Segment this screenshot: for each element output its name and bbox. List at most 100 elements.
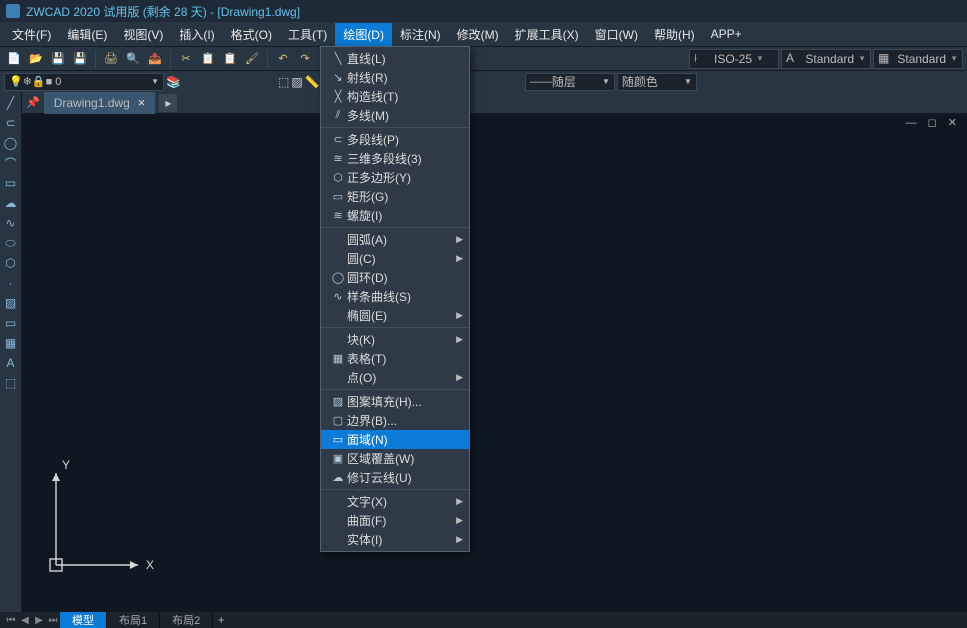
menu-file[interactable]: 文件(F) bbox=[4, 23, 59, 46]
new-icon[interactable]: 📄 bbox=[4, 49, 24, 69]
menu-modify[interactable]: 修改(M) bbox=[449, 23, 507, 46]
menu-item-曲面f[interactable]: 曲面(F)▶ bbox=[321, 511, 469, 530]
menu-tools[interactable]: 工具(T) bbox=[280, 23, 335, 46]
doc-tab[interactable]: Drawing1.dwg × bbox=[44, 92, 156, 114]
canvas-panel: 📌 Drawing1.dwg × ▸ — ◻ ✕ X Y bbox=[22, 92, 967, 612]
menu-item-label: 三维多段线(3) bbox=[347, 150, 461, 167]
menu-item-图案填充h[interactable]: ▨图案填充(H)... bbox=[321, 392, 469, 411]
menu-item-表格t[interactable]: ▦表格(T) bbox=[321, 349, 469, 368]
circle-tool-icon[interactable]: ◯ bbox=[2, 134, 20, 152]
menu-item-区域覆盖w[interactable]: ▣区域覆盖(W) bbox=[321, 449, 469, 468]
menu-item-圆c[interactable]: 圆(C)▶ bbox=[321, 249, 469, 268]
menu-item-正多边形y[interactable]: ⬡正多边形(Y) bbox=[321, 168, 469, 187]
tab-prev-icon[interactable]: ◀ bbox=[18, 615, 32, 626]
close-icon[interactable]: × bbox=[138, 95, 146, 110]
layer-dropdown[interactable]: 💡❄🔒■ 0 ▼ bbox=[4, 73, 164, 91]
line-tool-icon[interactable]: ╱ bbox=[2, 94, 20, 112]
menu-item-矩形g[interactable]: ▭矩形(G) bbox=[321, 187, 469, 206]
menu-view[interactable]: 视图(V) bbox=[115, 23, 171, 46]
menu-item-文字x[interactable]: 文字(X)▶ bbox=[321, 492, 469, 511]
tab-last-icon[interactable]: ⏭ bbox=[46, 615, 60, 626]
block-icon[interactable]: ⬚ bbox=[278, 75, 289, 89]
title-bar: ZWCAD 2020 试用版 (剩余 28 天) - [Drawing1.dwg… bbox=[0, 0, 967, 22]
separator bbox=[170, 50, 171, 68]
measure-icon[interactable]: 📏 bbox=[305, 75, 320, 89]
preview-icon[interactable]: 🔍 bbox=[123, 49, 143, 69]
menu-insert[interactable]: 插入(I) bbox=[171, 23, 222, 46]
menu-draw[interactable]: 绘图(D) bbox=[335, 23, 392, 46]
menu-dimension[interactable]: 标注(N) bbox=[392, 23, 449, 46]
menu-item-三维多段线3[interactable]: ≊三维多段线(3) bbox=[321, 149, 469, 168]
drawing-canvas[interactable]: — ◻ ✕ X Y bbox=[22, 114, 967, 612]
spline-tool-icon[interactable]: ∿ bbox=[2, 214, 20, 232]
tab-first-icon[interactable]: ⏮ bbox=[4, 615, 18, 626]
table-tool-icon[interactable]: ▦ bbox=[2, 334, 20, 352]
text-tool-icon[interactable]: A bbox=[2, 354, 20, 372]
dimstyle-value: ISO-25 bbox=[714, 52, 752, 66]
menu-item-点o[interactable]: 点(O)▶ bbox=[321, 368, 469, 387]
menu-item-多段线p[interactable]: ⊂多段线(P) bbox=[321, 130, 469, 149]
menu-item-实体i[interactable]: 实体(I)▶ bbox=[321, 530, 469, 549]
menu-help[interactable]: 帮助(H) bbox=[646, 23, 703, 46]
pline-tool-icon[interactable]: ⊂ bbox=[2, 114, 20, 132]
menu-item-label: 螺旋(I) bbox=[347, 207, 461, 224]
match-icon[interactable]: 🖌 bbox=[242, 49, 262, 69]
saveas-icon[interactable]: 💾 bbox=[70, 49, 90, 69]
dimstyle-dropdown[interactable]: ⟊ISO-25▼ bbox=[689, 49, 779, 69]
layout2-tab[interactable]: 布局2 bbox=[160, 612, 213, 628]
color-dropdown[interactable]: 随颜色▼ bbox=[617, 73, 697, 91]
menu-item-椭圆e[interactable]: 椭圆(E)▶ bbox=[321, 306, 469, 325]
menu-item-射线r[interactable]: ↘射线(R) bbox=[321, 68, 469, 87]
save-icon[interactable]: 💾 bbox=[48, 49, 68, 69]
textstyle-dropdown[interactable]: AStandard▼ bbox=[781, 49, 871, 69]
plot-icon[interactable]: 🖨 bbox=[101, 49, 121, 69]
menu-window[interactable]: 窗口(W) bbox=[587, 23, 646, 46]
hatch-icon[interactable]: ▨ bbox=[291, 75, 302, 89]
undo-icon[interactable]: ↶ bbox=[273, 49, 293, 69]
add-layout-button[interactable]: + bbox=[213, 613, 229, 627]
poly-tool-icon[interactable]: ⬡ bbox=[2, 254, 20, 272]
block-tool-icon[interactable]: ⬚ bbox=[2, 374, 20, 392]
menu-edit[interactable]: 编辑(E) bbox=[59, 23, 115, 46]
menu-item-构造线t[interactable]: ╳构造线(T) bbox=[321, 87, 469, 106]
menu-item-label: 曲面(F) bbox=[347, 512, 461, 529]
new-tab-button[interactable]: ▸ bbox=[159, 94, 177, 112]
menu-item-螺旋i[interactable]: ≋螺旋(I) bbox=[321, 206, 469, 225]
menu-item-边界b[interactable]: ▢边界(B)... bbox=[321, 411, 469, 430]
menu-express[interactable]: 扩展工具(X) bbox=[507, 23, 587, 46]
cut-icon[interactable]: ✂ bbox=[176, 49, 196, 69]
tab-next-icon[interactable]: ▶ bbox=[32, 615, 46, 626]
menu-item-样条曲线s[interactable]: ∿样条曲线(S) bbox=[321, 287, 469, 306]
layout1-tab[interactable]: 布局1 bbox=[107, 612, 160, 628]
menu-item-直线l[interactable]: ╲直线(L) bbox=[321, 49, 469, 68]
region-tool-icon[interactable]: ▭ bbox=[2, 314, 20, 332]
point-tool-icon[interactable]: · bbox=[2, 274, 20, 292]
menu-item-圆弧a[interactable]: 圆弧(A)▶ bbox=[321, 230, 469, 249]
menu-format[interactable]: 格式(O) bbox=[223, 23, 280, 46]
publish-icon[interactable]: 📤 bbox=[145, 49, 165, 69]
ellipse-tool-icon[interactable]: ⬭ bbox=[2, 234, 20, 252]
menu-item-多线m[interactable]: ⫽多线(M) bbox=[321, 106, 469, 125]
menu-item-块k[interactable]: 块(K)▶ bbox=[321, 330, 469, 349]
redo-icon[interactable]: ↷ bbox=[295, 49, 315, 69]
hatch-tool-icon[interactable]: ▨ bbox=[2, 294, 20, 312]
mdi-controls[interactable]: — ◻ ✕ bbox=[906, 116, 961, 129]
menu-item-圆环d[interactable]: ◯圆环(D) bbox=[321, 268, 469, 287]
copy-icon[interactable]: 📋 bbox=[198, 49, 218, 69]
rev-tool-icon[interactable]: ☁ bbox=[2, 194, 20, 212]
menu-appplus[interactable]: APP+ bbox=[703, 24, 750, 44]
menu-item-label: 文字(X) bbox=[347, 493, 461, 510]
rect-tool-icon[interactable]: ▭ bbox=[2, 174, 20, 192]
paste-icon[interactable]: 📋 bbox=[220, 49, 240, 69]
menu-item-label: 图案填充(H)... bbox=[347, 393, 461, 410]
open-icon[interactable]: 📂 bbox=[26, 49, 46, 69]
model-tab[interactable]: 模型 bbox=[60, 612, 107, 628]
linetype-dropdown[interactable]: —— 随层▼ bbox=[525, 73, 615, 91]
submenu-arrow-icon: ▶ bbox=[456, 496, 463, 507]
layer-tool-icon[interactable]: 📚 bbox=[166, 75, 184, 89]
arc-tool-icon[interactable]: ⌒ bbox=[2, 154, 20, 172]
menu-item-面域n[interactable]: ▭面域(N) bbox=[321, 430, 469, 449]
pin-icon[interactable]: 📌 bbox=[22, 92, 44, 114]
menu-item-修订云线u[interactable]: ☁修订云线(U) bbox=[321, 468, 469, 487]
tablestyle-dropdown[interactable]: ▦Standard▼ bbox=[873, 49, 963, 69]
